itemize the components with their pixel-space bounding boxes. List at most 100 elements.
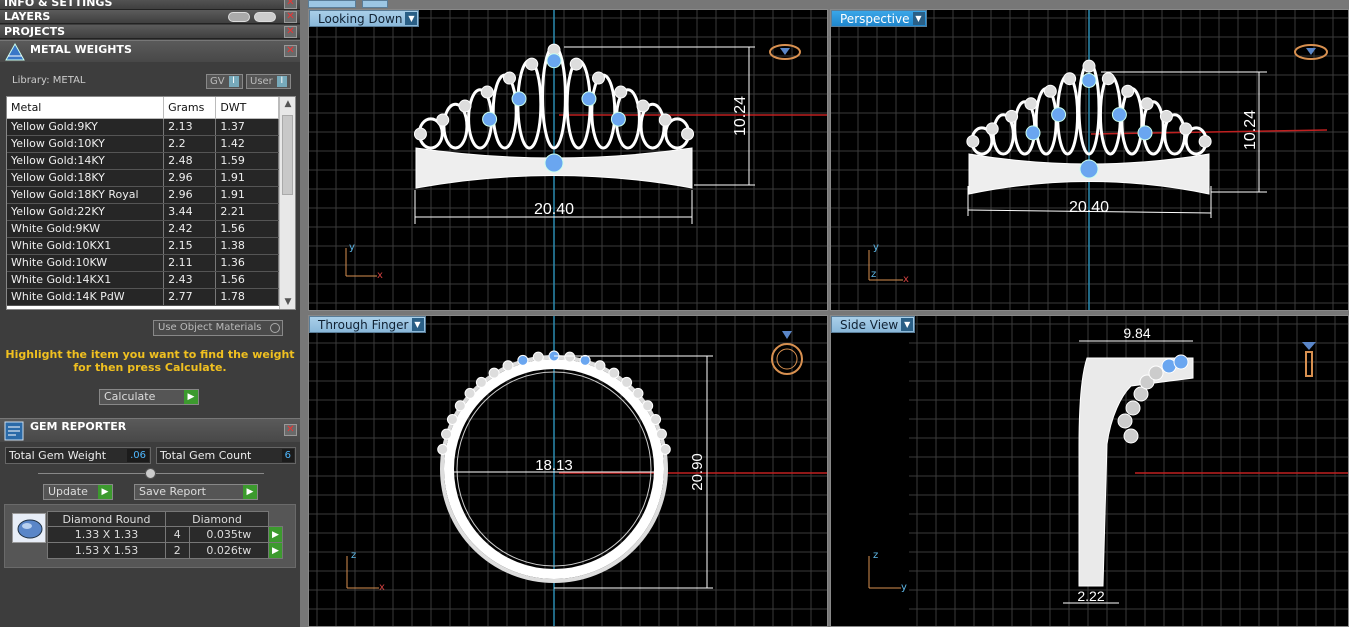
table-row[interactable]: Yellow Gold:9KY 2.13 1.37 bbox=[7, 118, 279, 136]
layers-header[interactable]: LAYERS ✕ bbox=[0, 10, 300, 24]
close-icon[interactable]: ✕ bbox=[284, 45, 297, 57]
gem-stone bbox=[502, 360, 514, 372]
toggle-box-icon: I bbox=[276, 75, 287, 87]
info-settings-header[interactable]: INFO & SETTINGS ✕ bbox=[0, 0, 300, 10]
scroll-thumb[interactable] bbox=[282, 115, 293, 195]
viewport-menu-through-finger[interactable]: Through Finger ▼ bbox=[309, 316, 426, 333]
gem-stone bbox=[1081, 72, 1097, 88]
column-header-shape: Diamond Round bbox=[47, 511, 166, 527]
column-header-grams[interactable]: Grams bbox=[163, 97, 217, 119]
ring-orientation-icon[interactable] bbox=[769, 44, 801, 60]
gem-stone bbox=[579, 354, 591, 366]
tiara-bead bbox=[1043, 84, 1057, 98]
close-icon[interactable]: ✕ bbox=[284, 424, 297, 436]
table-row[interactable]: Yellow Gold:10KY 2.2 1.42 bbox=[7, 135, 279, 153]
viewport-label: Side View bbox=[840, 318, 899, 332]
column-header-dwt[interactable]: DWT bbox=[215, 97, 279, 119]
gem-stone bbox=[1123, 428, 1139, 444]
viewport-perspective[interactable]: 20.40 10.24 y z x Perspective ▼ bbox=[830, 9, 1349, 311]
gem-stone bbox=[482, 111, 498, 127]
viewport-menu-looking-down[interactable]: Looking Down ▼ bbox=[309, 10, 420, 27]
gem-weight-cell: 0.035tw bbox=[188, 526, 270, 543]
chevron-down-icon[interactable]: ▼ bbox=[405, 12, 418, 25]
chevron-down-icon[interactable]: ▼ bbox=[411, 318, 424, 331]
ring-orientation-icon[interactable] bbox=[1302, 342, 1316, 377]
table-row[interactable]: White Gold:14KX1 2.43 1.56 bbox=[7, 271, 279, 289]
update-button[interactable]: Update ▶ bbox=[43, 484, 113, 500]
use-object-materials-toggle[interactable]: Use Object Materials bbox=[153, 320, 283, 336]
tiara-arch bbox=[491, 73, 518, 150]
gem-stone bbox=[446, 413, 458, 425]
viewport-menu-side-view[interactable]: Side View ▼ bbox=[831, 316, 916, 333]
tiara-bead bbox=[569, 57, 583, 71]
calculate-button[interactable]: Calculate ▶ bbox=[99, 389, 199, 405]
tiara-bead bbox=[1140, 97, 1154, 111]
viewport-looking-down[interactable]: 20.40 10.24 y x Looking Down ▼ bbox=[308, 9, 828, 311]
play-arrow-icon[interactable]: ▶ bbox=[268, 542, 283, 559]
gem-stone bbox=[475, 376, 487, 388]
metal-weights-table[interactable]: Metal Grams DWT Yellow Gold:9KY 2.13 1.37 Y… bbox=[6, 96, 296, 310]
table-row[interactable]: White Gold:14K PdW 2.77 1.78 bbox=[7, 288, 279, 306]
height-dimension-text: 10.24 bbox=[1242, 110, 1259, 150]
table-row[interactable]: White Gold:10KW 2.11 1.36 bbox=[7, 254, 279, 272]
tiara-bead bbox=[1024, 97, 1038, 111]
play-arrow-icon: ▶ bbox=[184, 390, 198, 404]
layers-toggle-icon[interactable] bbox=[228, 12, 250, 22]
scroll-down-icon[interactable]: ▼ bbox=[280, 295, 295, 309]
tiara-bead bbox=[681, 127, 695, 141]
chevron-down-icon[interactable]: ▼ bbox=[901, 318, 914, 331]
projects-header[interactable]: PROJECTS ✕ bbox=[0, 25, 300, 39]
tiara-bead bbox=[1179, 122, 1193, 136]
side-blank-area bbox=[831, 316, 909, 626]
dwt-cell: 1.42 bbox=[215, 135, 279, 153]
viewport-side-view[interactable]: 9.84 2.22 z y Side View ▼ bbox=[830, 315, 1349, 627]
metal-name-cell: White Gold:14KX1 bbox=[7, 271, 165, 289]
gem-slider-handle[interactable] bbox=[145, 468, 156, 479]
dwt-cell: 1.78 bbox=[215, 288, 279, 306]
gem-count-cell: 4 bbox=[165, 526, 190, 543]
save-report-button[interactable]: Save Report ▶ bbox=[134, 484, 258, 500]
gem-stone bbox=[1148, 365, 1164, 381]
table-row[interactable]: 1.33 X 1.33 4 0.035tw ▶ bbox=[47, 526, 283, 543]
gem-stone bbox=[564, 351, 576, 363]
table-row[interactable]: White Gold:10KX1 2.15 1.38 bbox=[7, 237, 279, 255]
user-toggle-label: User bbox=[250, 76, 273, 87]
gem-table: Diamond Round Diamond 1.33 X 1.33 4 0.035t… bbox=[47, 511, 283, 559]
column-header-metal[interactable]: Metal bbox=[7, 97, 165, 119]
perspective-canvas: 20.40 10.24 y z x bbox=[831, 10, 1348, 310]
grams-cell: 2.2 bbox=[163, 135, 217, 153]
total-gem-weight-value: .06 bbox=[127, 449, 149, 462]
dwt-cell: 1.38 bbox=[215, 237, 279, 255]
eye-icon[interactable] bbox=[254, 12, 276, 22]
gv-toggle[interactable]: GV I bbox=[206, 74, 243, 89]
gem-size-cell: 1.53 X 1.53 bbox=[47, 542, 166, 559]
table-row[interactable]: 1.53 X 1.53 2 0.026tw ▶ bbox=[47, 542, 283, 559]
user-toggle[interactable]: User I bbox=[246, 74, 291, 89]
through-finger-canvas: 18.13 20.90 z x bbox=[309, 316, 827, 626]
total-gem-count-label: Total Gem Count bbox=[160, 449, 252, 462]
ring-orientation-icon[interactable] bbox=[771, 331, 803, 375]
tab-secondary[interactable] bbox=[362, 0, 388, 8]
tiara-bead bbox=[1101, 72, 1115, 86]
table-row[interactable]: Yellow Gold:18KY 2.96 1.91 bbox=[7, 169, 279, 187]
viewport-through-finger[interactable]: 18.13 20.90 z x Through Finger ▼ bbox=[308, 315, 828, 627]
radio-icon bbox=[270, 323, 280, 333]
grams-cell: 3.44 bbox=[163, 203, 217, 221]
play-arrow-icon[interactable]: ▶ bbox=[268, 526, 283, 543]
table-row[interactable]: White Gold:9KW 2.42 1.56 bbox=[7, 220, 279, 238]
table-row[interactable]: Yellow Gold:14KY 2.48 1.59 bbox=[7, 152, 279, 170]
table-row[interactable]: Yellow Gold:22KY 3.44 2.21 bbox=[7, 203, 279, 221]
close-icon[interactable]: ✕ bbox=[284, 26, 297, 38]
tiara-bead bbox=[658, 113, 672, 127]
gem-count-cell: 2 bbox=[165, 542, 190, 559]
scroll-up-icon[interactable]: ▲ bbox=[280, 97, 295, 111]
tab-model[interactable] bbox=[308, 0, 356, 8]
viewport-menu-perspective[interactable]: Perspective ▼ bbox=[831, 10, 927, 27]
ring-orientation-icon[interactable] bbox=[1294, 44, 1328, 60]
chevron-down-icon[interactable]: ▼ bbox=[912, 12, 925, 25]
metal-table-scrollbar[interactable]: ▲ ▼ bbox=[279, 97, 295, 309]
table-row[interactable]: Yellow Gold:18KY Royal 2.96 1.91 bbox=[7, 186, 279, 204]
close-icon[interactable]: ✕ bbox=[284, 11, 297, 23]
tiara-bead bbox=[480, 85, 494, 99]
close-icon[interactable]: ✕ bbox=[284, 0, 297, 9]
